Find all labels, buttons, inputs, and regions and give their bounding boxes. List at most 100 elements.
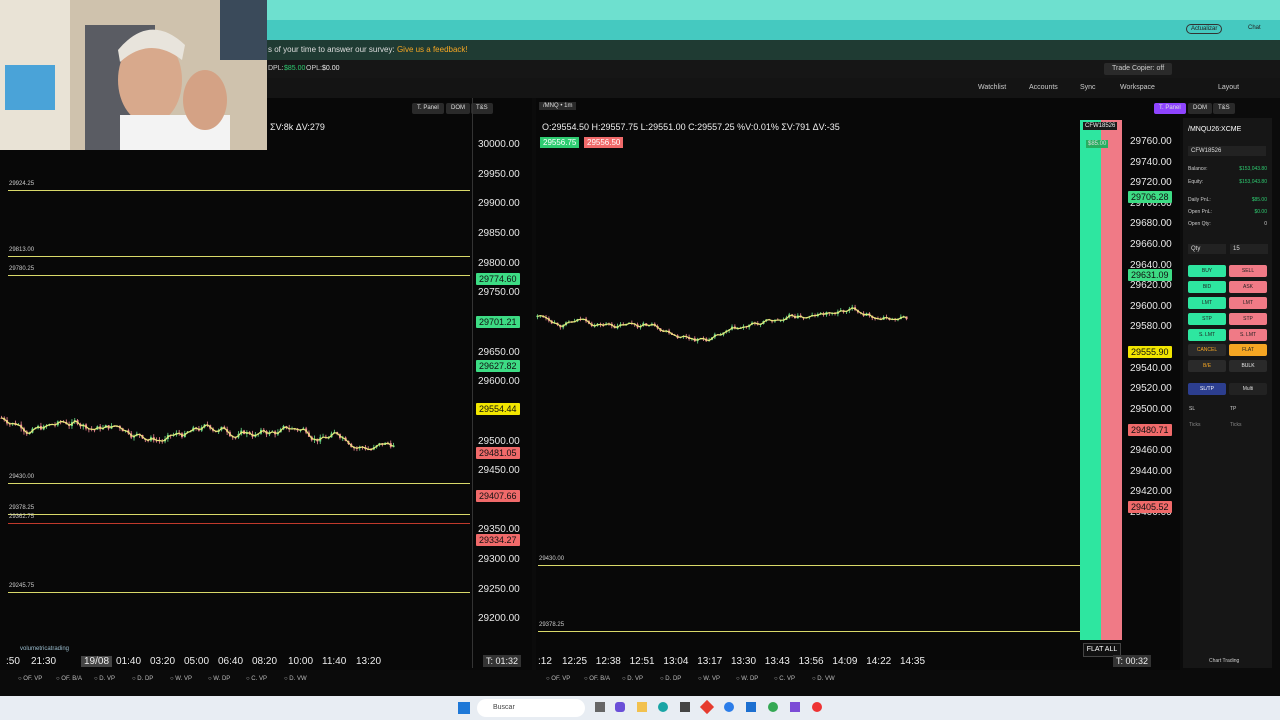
left-x-tick: 08:20 — [252, 656, 278, 667]
left-footer-toggle: ○ W. DP — [208, 676, 231, 682]
windows-start-icon[interactable] — [458, 702, 470, 714]
cancel-button[interactable]: CANCEL — [1188, 344, 1226, 356]
multi-tab[interactable]: Multi — [1229, 383, 1267, 395]
help-icon[interactable] — [724, 702, 734, 712]
sell-side-button[interactable]: SELL — [1229, 265, 1267, 277]
feedback-link[interactable]: Give us a feedback! — [397, 45, 468, 54]
panel-row-value: $85.00 — [1251, 197, 1267, 203]
left-price-label: 29774.60 — [476, 272, 520, 285]
opl-label: OPL: — [306, 65, 322, 72]
update-button[interactable]: Actualizar — [1186, 24, 1223, 34]
teams-icon[interactable] — [790, 702, 800, 712]
left-x-tick: 19/08 — [81, 656, 113, 667]
right-footer-toggle: ○ W. VP — [698, 676, 720, 682]
left-candles — [0, 415, 395, 452]
task-view-icon[interactable] — [595, 702, 605, 712]
tp-ticks-label: Ticks — [1230, 422, 1242, 428]
record-icon[interactable] — [812, 702, 822, 712]
dpl-label: DPL: — [268, 65, 284, 72]
chart-trading-toggle[interactable]: Chart Trading — [1209, 658, 1239, 664]
webcam-overlay — [0, 0, 267, 150]
left-x-tick: 10:00 — [288, 656, 314, 667]
qty-select[interactable]: Qty — [1188, 244, 1226, 254]
accounts-button[interactable]: Accounts — [1029, 78, 1058, 98]
buy-side-button[interactable]: LMT — [1188, 297, 1226, 309]
panel-row-label: Balance: — [1188, 166, 1208, 172]
left-price-label: 29701.21 — [476, 316, 520, 329]
webcam-person-image — [0, 0, 267, 150]
store-icon[interactable] — [680, 702, 690, 712]
qty-input[interactable]: 15 — [1230, 244, 1268, 254]
outlook-icon[interactable] — [746, 702, 756, 712]
account-select[interactable]: CFW18526 — [1188, 146, 1266, 156]
right-footer-toggle: ○ OF. VP — [546, 676, 571, 682]
left-price-label: 29481.05 — [476, 446, 520, 459]
right-x-tick: 14:22 — [866, 656, 892, 667]
right-x-tick: 13:56 — [798, 656, 824, 667]
chrome-icon[interactable] — [768, 702, 778, 712]
right-footer-toggle: ○ D. VW — [812, 676, 835, 682]
windows-taskbar: Buscar — [0, 696, 1280, 720]
right-price-label: 29706.28 — [1128, 191, 1172, 204]
watchlist-button[interactable]: Watchlist — [978, 78, 1006, 98]
panel-row-value: $153,043.80 — [1239, 166, 1267, 172]
right-x-tick: 13:30 — [731, 656, 757, 667]
right-tpanel-button[interactable]: T. Panel — [1154, 103, 1186, 114]
opl-value: $0.00 — [322, 65, 340, 72]
breakeven-button[interactable]: B/E — [1188, 360, 1226, 372]
taskbar-search[interactable]: Buscar — [477, 699, 585, 717]
sell-side-button[interactable]: ASK — [1229, 281, 1267, 293]
right-x-tick: 14:09 — [832, 656, 858, 667]
chat-button[interactable]: Chat — [1248, 25, 1261, 31]
layout-button[interactable]: Layout — [1218, 78, 1239, 98]
right-bar-timer: T: 00:32 — [1113, 655, 1152, 667]
left-x-tick: 05:00 — [184, 656, 210, 667]
right-x-tick: :12 — [538, 656, 552, 667]
sell-side-button[interactable]: S. LMT — [1229, 329, 1267, 341]
buy-side-button[interactable]: S. LMT — [1188, 329, 1226, 341]
right-footer-toggle: ○ C. VP — [774, 676, 795, 682]
right-ts-button[interactable]: T&S — [1213, 103, 1235, 114]
right-dom-button[interactable]: DOM — [1188, 103, 1212, 114]
right-x-tick: 12:38 — [595, 656, 621, 667]
sync-button[interactable]: Sync — [1080, 78, 1096, 98]
panel-row-value: 0 — [1264, 221, 1267, 227]
left-ts-button[interactable]: T&S — [471, 103, 493, 114]
edge-icon[interactable] — [658, 702, 668, 712]
buy-side-button[interactable]: BUY — [1188, 265, 1226, 277]
left-footer-toggle: ○ D. DP — [132, 676, 154, 682]
moving-average-line — [537, 307, 907, 342]
file-explorer-icon[interactable] — [637, 702, 647, 712]
right-x-tick: 12:51 — [629, 656, 655, 667]
left-price-label: 29334.27 — [476, 533, 520, 546]
trade-copier-status[interactable]: Trade Copier: off — [1104, 63, 1173, 75]
right-x-tick: 13:04 — [663, 656, 689, 667]
right-price-label: 29555.90 — [1128, 346, 1172, 359]
sltp-tab[interactable]: SL/TP — [1188, 383, 1226, 395]
left-footer-toggle: ○ D. VW — [284, 676, 307, 682]
sell-side-button[interactable]: LMT — [1229, 297, 1267, 309]
bulk-button[interactable]: BULK — [1229, 360, 1267, 372]
left-price-label: 29627.82 — [476, 359, 520, 372]
app-icon[interactable] — [699, 699, 715, 715]
panel-row-label: Daily PnL: — [1188, 197, 1211, 203]
buy-side-button[interactable]: BID — [1188, 281, 1226, 293]
flat-button[interactable]: FLAT — [1229, 344, 1267, 356]
copilot-icon[interactable] — [615, 702, 625, 712]
right-candles — [536, 304, 908, 344]
left-footer-toggle: ○ OF. VP — [18, 676, 43, 682]
left-x-tick: 06:40 — [218, 656, 244, 667]
left-axis-divider — [472, 98, 473, 668]
sell-side-button[interactable]: STP — [1229, 313, 1267, 325]
sl-label: SL — [1189, 406, 1196, 412]
right-x-tick: 12:25 — [562, 656, 588, 667]
right-price-label: 29631.09 — [1128, 268, 1172, 281]
left-x-tick: :50 — [6, 656, 20, 667]
panel-symbol[interactable]: /MNQU26:XCME — [1188, 126, 1241, 133]
workspace-button[interactable]: Workspace — [1120, 78, 1155, 98]
right-footer-toggle: ○ OF. B/A — [584, 676, 610, 682]
account-tag: CFW18526 — [1083, 122, 1118, 130]
left-footer-toggle: ○ W. VP — [170, 676, 192, 682]
panel-row-value: $0.00 — [1254, 209, 1267, 215]
buy-side-button[interactable]: STP — [1188, 313, 1226, 325]
